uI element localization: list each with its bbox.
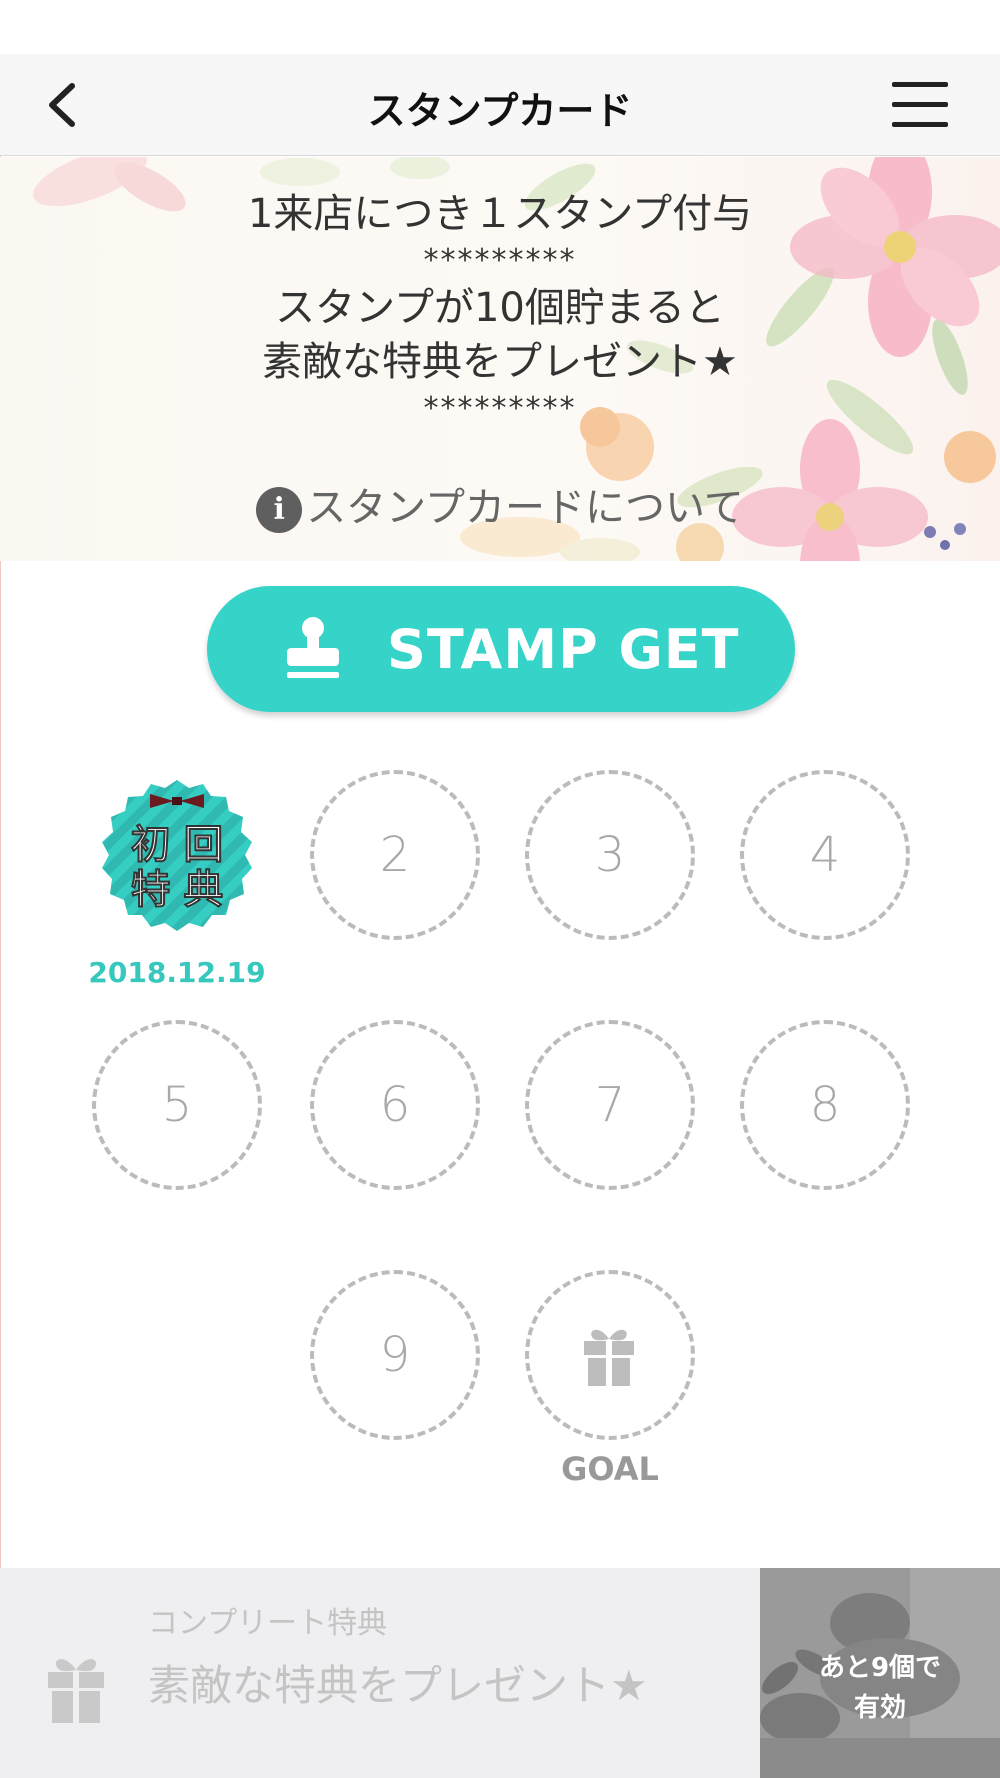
- hamburger-menu-icon[interactable]: [892, 80, 948, 130]
- hero-separator: *********: [423, 243, 577, 278]
- stamp-icon: [287, 617, 339, 678]
- stamp-slot-2: 2: [310, 770, 480, 940]
- stamp-slot-5: 5: [92, 1020, 262, 1190]
- hero-line-stamp-rule: 1来店につき１スタンプ付与: [247, 191, 753, 237]
- reward-remaining-line1: あと9個で: [818, 1653, 942, 1683]
- reward-status-panel: あと9個で 有効: [760, 1568, 1000, 1778]
- stamp-get-button[interactable]: STAMP GET: [207, 586, 795, 712]
- goal-label: GOAL: [561, 1450, 659, 1488]
- stamp-slot-8: 8: [740, 1020, 910, 1190]
- gift-icon: [48, 1659, 104, 1723]
- info-icon: i: [256, 487, 303, 533]
- reward-remaining-line2: 有効: [853, 1693, 906, 1723]
- stamp-slot-3: 3: [525, 770, 695, 940]
- status-bar: [0, 0, 1000, 54]
- first-visit-stamp: 初 回 特 典: [102, 780, 252, 931]
- reward-remaining-text: あと9個で 有効: [760, 1648, 1000, 1728]
- first-stamp-line1: 初 回: [131, 822, 224, 868]
- complete-reward-bar[interactable]: コンプリート特典 素敵な特典をプレゼント★ あと9個で 有効: [0, 1568, 1000, 1778]
- gift-icon: [584, 1329, 634, 1386]
- about-stamp-card-label: スタンプカードについて: [306, 485, 744, 531]
- hero-line-reward: スタンプが10個貯まると: [275, 285, 725, 331]
- stamp-slot-9: 9: [310, 1270, 480, 1440]
- page-title: スタンプカード: [367, 89, 633, 133]
- complete-reward-text: 素敵な特典をプレゼント★: [148, 1661, 648, 1710]
- complete-reward-label: コンプリート特典: [148, 1606, 388, 1641]
- first-stamp-line2: 特 典: [131, 867, 224, 913]
- hero-line-present: 素敵な特典をプレゼント★: [262, 339, 738, 385]
- stamp-slot-7: 7: [525, 1020, 695, 1190]
- stamp-get-label: STAMP GET: [387, 618, 740, 681]
- about-stamp-card-link[interactable]: i スタンプカードについて: [0, 475, 1000, 533]
- stamp-slot-4: 4: [740, 770, 910, 940]
- hero-banner: 1来店につき１スタンプ付与 ********* スタンプが10個貯まると 素敵な…: [0, 157, 1000, 561]
- navigation-bar: スタンプカード: [0, 54, 1000, 156]
- hero-separator: *********: [423, 391, 577, 426]
- hero-description: 1来店につき１スタンプ付与 ********* スタンプが10個貯まると 素敵な…: [0, 187, 1000, 429]
- first-stamp-date: 2018.12.19: [88, 956, 266, 989]
- stamp-slot-6: 6: [310, 1020, 480, 1190]
